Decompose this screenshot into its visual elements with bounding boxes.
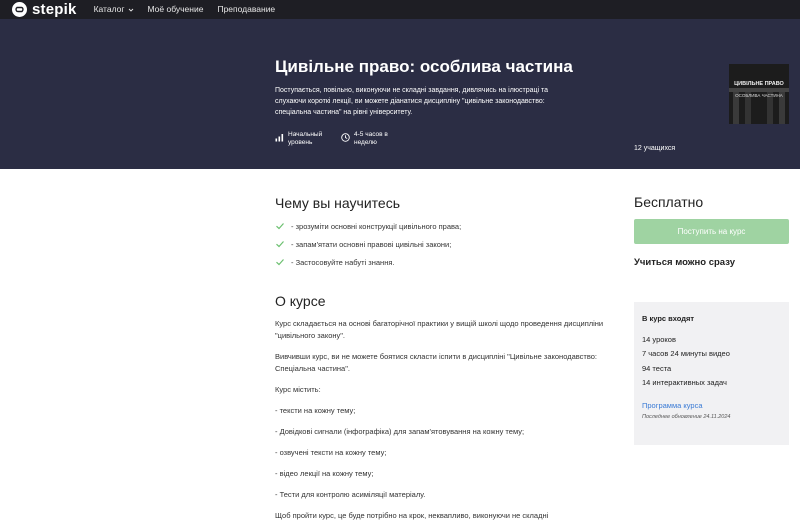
learn-item-text: - зрозуміти основні конструкції цивільно… bbox=[291, 221, 462, 231]
course-price: Бесплатно bbox=[634, 194, 704, 210]
learn-item: - запам'ятати основні правові цивільні з… bbox=[275, 235, 461, 253]
program-link[interactable]: Программа курса bbox=[642, 401, 781, 410]
includes-tasks: 14 интерактивных задач bbox=[642, 377, 727, 387]
start-now-note: Учиться можно сразу bbox=[634, 257, 735, 268]
about-paragraph: Курс складається на основі багаторічної … bbox=[275, 319, 604, 340]
nav-catalog-label: Каталог bbox=[93, 4, 125, 14]
about-paragraph: - відео лекції на кожну тему; bbox=[275, 469, 374, 478]
learn-item: - Застосовуйте набуті знання. bbox=[275, 253, 461, 271]
stepik-logo-icon bbox=[12, 2, 27, 17]
includes-video: 7 часов 24 минуты видео bbox=[642, 349, 730, 359]
check-icon bbox=[276, 223, 284, 230]
check-icon bbox=[276, 259, 284, 266]
cover-title: ЦИВІЛЬНЕ ПРАВО bbox=[734, 81, 784, 87]
course-time: 4-5 часов в неделю bbox=[341, 131, 402, 147]
logo-text: stepik bbox=[32, 1, 77, 18]
course-level-text: Начальный уровень bbox=[288, 131, 323, 146]
course-title: Цивільне право: особлива частина bbox=[275, 57, 573, 76]
about-paragraph: Вивчивши курс, ви не можете боятися скла… bbox=[275, 352, 597, 373]
about-paragraph: - тексти на кожну тему; bbox=[275, 406, 356, 415]
nav-my-learning[interactable]: Моё обучение bbox=[147, 0, 203, 19]
enroll-button[interactable]: Поступить на курс bbox=[634, 219, 789, 244]
learners-count: 12 учащихся bbox=[634, 145, 676, 152]
about-paragraph: - озвучені тексти на кожну тему; bbox=[275, 448, 387, 457]
learn-list: - зрозуміти основні конструкції цивільно… bbox=[275, 217, 461, 271]
course-hero: Цивільне право: особлива частина Поступа… bbox=[0, 19, 800, 169]
chevron-down-icon bbox=[129, 8, 134, 12]
includes-title: В курс входят bbox=[642, 314, 695, 323]
learn-item-text: - Застосовуйте набуті знання. bbox=[291, 257, 395, 267]
stepik-logo[interactable]: stepik bbox=[12, 0, 77, 19]
top-nav: stepik Каталог Моё обучение Преподавание bbox=[0, 0, 800, 19]
course-cover[interactable]: ЦИВІЛЬНЕ ПРАВО ОСОБЛИВА ЧАСТИНА bbox=[729, 64, 789, 124]
learn-item-text: - запам'ятати основні правові цивільні з… bbox=[291, 239, 452, 249]
learn-item: - зрозуміти основні конструкції цивільно… bbox=[275, 217, 461, 235]
columns-illustration bbox=[729, 88, 789, 124]
course-description: Поступається, повільно, виконуючи не скл… bbox=[275, 87, 549, 116]
nav-teaching[interactable]: Преподавание bbox=[217, 0, 275, 19]
level-bars-icon bbox=[275, 134, 284, 142]
about-paragraph: Щоб пройти курс, це буде потрібно на кро… bbox=[275, 511, 549, 520]
course-time-text: 4-5 часов в неделю bbox=[354, 131, 388, 146]
about-paragraph: - Тести для контролю асиміляції матеріал… bbox=[275, 490, 426, 499]
nav-catalog[interactable]: Каталог bbox=[94, 0, 135, 19]
last-updated: Последнее обновление 24.11.2024 bbox=[642, 414, 731, 421]
clock-icon bbox=[341, 133, 350, 142]
about-paragraph: Курс містить: bbox=[275, 385, 321, 394]
about-paragraph: - Довідкові сигнали (інфографіка) для за… bbox=[275, 427, 525, 436]
course-includes-panel: В курс входят 14 уроков 7 часов 24 минут… bbox=[634, 302, 789, 445]
includes-lessons: 14 уроков bbox=[642, 335, 676, 344]
check-icon bbox=[276, 241, 284, 248]
includes-tests: 94 теста bbox=[642, 363, 672, 373]
about-heading: О курсе bbox=[275, 293, 326, 309]
about-text: Курс складається на основі багаторічної … bbox=[275, 318, 610, 531]
learn-heading: Чему вы научитесь bbox=[275, 195, 400, 211]
cover-subtitle: ОСОБЛИВА ЧАСТИНА bbox=[735, 93, 783, 98]
course-level: Начальный уровень bbox=[275, 131, 336, 147]
